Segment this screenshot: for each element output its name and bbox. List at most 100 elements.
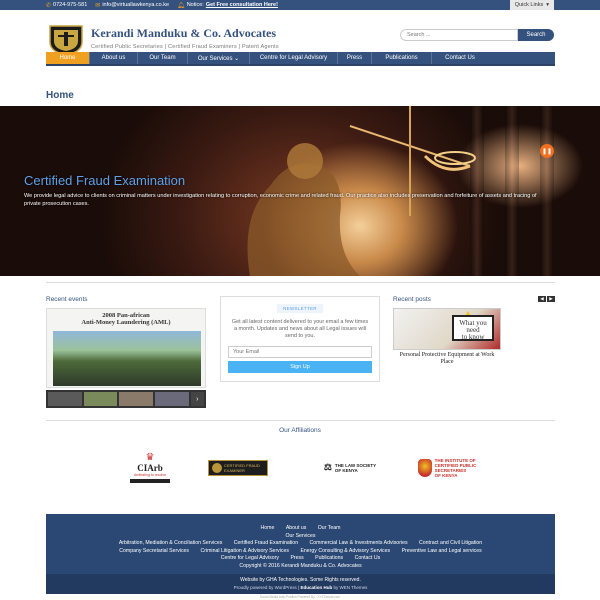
footer-links-row: Company Secretarial Services Criminal Li… [46, 548, 555, 554]
recent-events-heading: Recent events [46, 296, 88, 303]
icps-logo[interactable]: THE INSTITUTE OF CERTIFIED PUBLIC SECRET… [404, 448, 490, 488]
event-image-title: 2008 Pan-african [102, 312, 150, 319]
email-contact[interactable]: ✉ info@virtuallawkenya.co.ke [95, 2, 169, 9]
firm-name[interactable]: Kerandi Manduku & Co. Advocates [91, 26, 279, 41]
event-image[interactable]: 2008 Pan-african Anti-Money Laundering (… [46, 308, 206, 388]
footer-link-commercial-law[interactable]: Commercial Law & Investments Advisories [310, 540, 408, 546]
search-form: Search [400, 29, 554, 41]
footer-link-centre-legal-advisory[interactable]: Centre for Legal Advisory [221, 555, 279, 561]
footer-links-row: Arbitration, Mediation & Conciliation Se… [46, 540, 555, 546]
cfe-logo[interactable]: CERTIFIED FRAUD EXAMINER [205, 448, 271, 488]
ciarb-banner [130, 479, 170, 483]
newsletter-widget: NEWSLETTER Get all latest content delive… [220, 296, 380, 382]
footer-link-home[interactable]: Home [261, 525, 275, 531]
email-address: info@virtuallawkenya.co.ke [102, 2, 170, 8]
nav-item-our-team[interactable]: Our Team [138, 52, 188, 64]
theme-link[interactable]: Education Hub [300, 585, 332, 590]
post-image[interactable]: What you need to know [393, 308, 501, 350]
footer-links-row: Our Services [46, 533, 555, 539]
footer-link-our-services[interactable]: Our Services [286, 533, 316, 539]
footer-link-about-us[interactable]: About us [286, 525, 306, 531]
thumbnail[interactable] [154, 392, 189, 406]
theme-author-link[interactable]: by WEN Themes [333, 585, 367, 590]
newsletter-badge: NEWSLETTER [277, 304, 323, 313]
icps-badge: THE INSTITUTE OF CERTIFIED PUBLIC SECRET… [417, 458, 476, 478]
nav-item-home[interactable]: Home [46, 52, 90, 64]
thumbnail[interactable] [83, 392, 118, 406]
quick-links-dropdown[interactable]: Quick Links ▾ [509, 0, 554, 10]
post-sign: What you need to know [452, 315, 494, 341]
hero-slider[interactable]: ❚❚ Certified Fraud Examination We provid… [0, 106, 600, 276]
email-field[interactable] [228, 346, 372, 358]
footer-bottom: Website by GHA Technologies. Some Rights… [46, 574, 555, 594]
newsletter-text: Get all latest content delivered to your… [231, 319, 369, 339]
footer-link-criminal-litigation[interactable]: Criminal Litigation & Advisory Services [200, 548, 289, 554]
footer-link-contact-us[interactable]: Contact Us [355, 555, 381, 561]
footer-link-energy-consulting[interactable]: Energy Consulting & Advisory Services [300, 548, 390, 554]
bell-icon: 🔔︎ [177, 2, 185, 9]
nav-item-publications[interactable]: Publications [372, 52, 432, 64]
site-footer: Home About us Our Team Our Services Arbi… [46, 514, 555, 594]
main-navigation: Home About us Our Team Our Services ⌄ Ce… [46, 52, 555, 66]
chevron-right-icon: › [196, 395, 199, 403]
recent-posts-heading: Recent posts [393, 296, 431, 303]
phone-number: 0724-975-581 [53, 2, 88, 8]
copyright: Copyright © 2016 Kerandi Manduku & Co. A… [239, 562, 362, 569]
footer-link-contract-litigation[interactable]: Contract and Civil Litigation [419, 540, 482, 546]
free-consultation-link[interactable]: Get Free consultation Here! [206, 2, 278, 8]
ciarb-name: CIArb [137, 463, 163, 473]
ciarb-logo[interactable]: ♛ CIArb Arbitrating to resolve [120, 448, 180, 488]
event-thumbnails: › [46, 390, 206, 408]
top-bar: ✆ 0724-975-581 ✉ info@virtuallawkenya.co… [0, 0, 600, 10]
firm-tagline: Certified Public Secretaries | Certified… [91, 44, 279, 50]
footer-link-company-secretarial[interactable]: Company Secretarial Services [119, 548, 189, 554]
site-header: Kerandi Manduku & Co. Advocates Certifie… [0, 10, 600, 56]
footer-link-our-team[interactable]: Our Team [318, 525, 341, 531]
footer-link-preventive-law[interactable]: Preventive Law and Legal services [402, 548, 482, 554]
affiliations-heading: Our Affiliations [279, 427, 321, 434]
ciarb-crest-icon: ♛ [145, 452, 155, 463]
group-photo [53, 331, 201, 386]
nav-item-our-services[interactable]: Our Services ⌄ [188, 52, 250, 64]
phone-contact[interactable]: ✆ 0724-975-581 [46, 2, 87, 9]
next-arrow[interactable]: › [190, 392, 205, 406]
chevron-left-icon[interactable]: ◀ [538, 296, 546, 302]
phone-icon: ✆ [46, 2, 52, 9]
page-title: Home [46, 90, 74, 101]
nav-item-contact-us[interactable]: Contact Us [432, 52, 488, 64]
thumbnail[interactable] [119, 392, 153, 406]
cfe-badge: CERTIFIED FRAUD EXAMINER [208, 460, 268, 476]
nav-item-press[interactable]: Press [338, 52, 372, 64]
pause-icon[interactable]: ❚❚ [540, 144, 554, 158]
footer-link-arbitration[interactable]: Arbitration, Mediation & Conciliation Se… [119, 540, 223, 546]
sign-up-button[interactable]: Sign Up [228, 361, 372, 373]
nav-item-centre-for-legal-advisory[interactable]: Centre for Legal Advisory [250, 52, 338, 64]
posts-navigation: ◀ ▶ [538, 296, 555, 302]
icps-crest-icon [417, 459, 432, 477]
search-button[interactable]: Search [518, 29, 554, 41]
cfe-seal-icon [212, 463, 222, 473]
footer-links-row: Home About us Our Team [46, 525, 555, 531]
icps-text: OF KENYA [434, 473, 458, 478]
post-title-link[interactable]: Personal Protective Equipment at Work Pl… [393, 352, 501, 366]
search-input[interactable] [400, 29, 518, 41]
thumbnail[interactable] [48, 392, 82, 406]
sign-text: What you need [459, 319, 487, 334]
footer-link-publications[interactable]: Publications [315, 555, 343, 561]
footer-link-press[interactable]: Press [290, 555, 303, 561]
quick-links-label: Quick Links [514, 2, 544, 8]
notice-label: Notice: [186, 2, 204, 8]
lsk-logo[interactable]: ⚖ THE LAW SOCIETY OF KENYA [310, 448, 390, 488]
plugin-credit[interactable]: Social Media Auto Publish Powered By : X… [0, 595, 600, 599]
recent-events-widget: Recent events 2008 Pan-african Anti-Mone… [46, 296, 206, 408]
powered-by-text[interactable]: Proudly powered by WordPress | [234, 585, 300, 590]
scales-icon: ⚖ [323, 462, 332, 473]
chevron-down-icon: ▾ [546, 2, 549, 8]
footer-link-fraud-examination[interactable]: Certified Fraud Examination [234, 540, 298, 546]
recent-posts-widget: Recent posts ◀ ▶ What you need to know P… [393, 296, 555, 366]
nav-item-about-us[interactable]: About us [90, 52, 138, 64]
chevron-right-icon[interactable]: ▶ [547, 296, 555, 302]
event-image-subtitle: Anti-Money Laundering (AML) [81, 319, 171, 326]
brand: Kerandi Manduku & Co. Advocates Certifie… [91, 26, 279, 50]
divider [46, 420, 555, 421]
